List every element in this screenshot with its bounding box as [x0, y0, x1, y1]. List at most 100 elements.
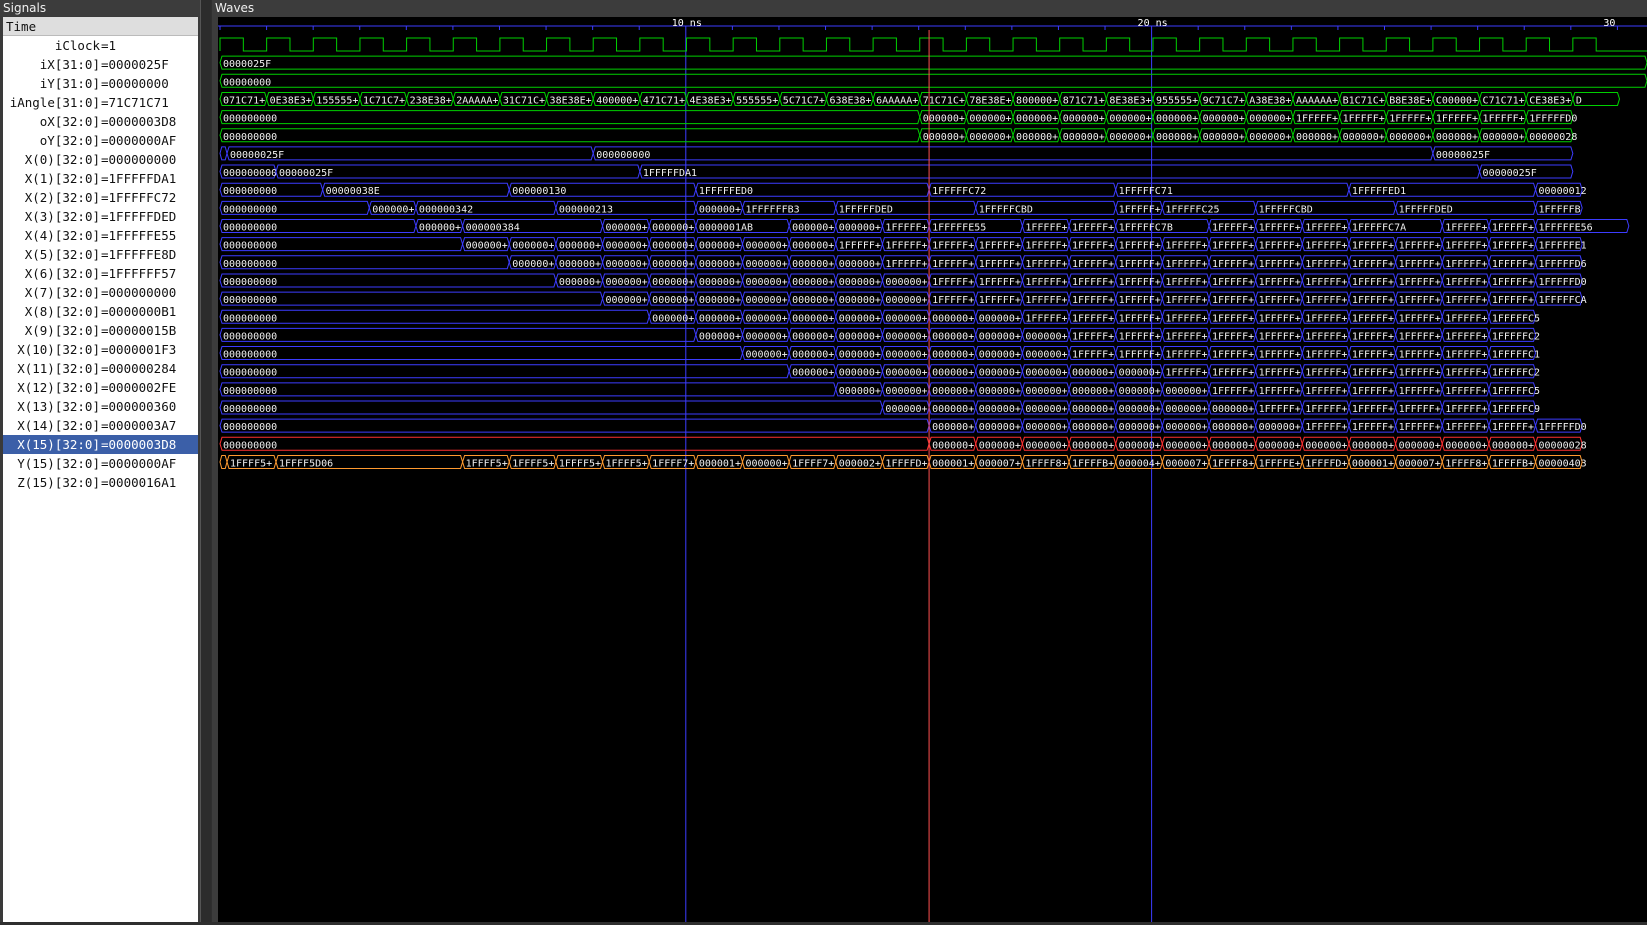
- signal-row[interactable]: oY[32:0] =0000000AF: [3, 131, 198, 150]
- bus-value-label: 000000+: [979, 331, 1021, 342]
- bus-value-label: 000000+: [1072, 368, 1114, 379]
- bus-value-label: 1FFFFF+: [1025, 277, 1067, 288]
- signals-panel: Signals Time iClock =1 iX[31:0] =0000025F iY…: [0, 0, 201, 922]
- bus-value-label: 1FFFF8+: [1445, 458, 1487, 469]
- bus-value-label: 1FFFFFED1: [1352, 186, 1406, 197]
- bus-value-label: 000000+: [839, 313, 881, 324]
- bus-value-label: 0000001AB: [699, 223, 753, 234]
- bus-value-label: 000000+: [652, 223, 694, 234]
- bus-value-label: 1FFFFF+: [1072, 277, 1114, 288]
- bus-value-label: 000000+: [699, 295, 741, 306]
- signal-row[interactable]: X(6)[32:0] =1FFFFFF57: [3, 264, 198, 283]
- bus-value-label: 000000+: [792, 368, 834, 379]
- bus-value-label: 000000+: [979, 386, 1021, 397]
- bus-value-label: 000000+: [792, 313, 834, 324]
- bus-value-label: 1FFFFF+: [1305, 313, 1347, 324]
- bus-value-label: 000000+: [699, 277, 741, 288]
- bus-value-label: 1FFFFF+: [1165, 368, 1207, 379]
- bus-value-label: 1FFFF7+: [792, 458, 834, 469]
- bus-value-label: 1FFFFFCBD: [1259, 204, 1313, 215]
- bus-value-label: 000000+: [932, 350, 974, 361]
- bus-value-label: B1C71C+: [1343, 95, 1385, 106]
- signal-row[interactable]: X(5)[32:0] =1FFFFFE8D: [3, 245, 198, 264]
- bus-value-label: 000002+: [839, 458, 881, 469]
- bus-value-label: 000001+: [699, 458, 741, 469]
- signal-list[interactable]: Time iClock =1 iX[31:0] =0000025F iY[31:0] =0…: [3, 17, 198, 922]
- bus-value-label: 000000+: [1305, 440, 1347, 451]
- bus-value-label: 000000+: [1259, 422, 1301, 433]
- signal-row[interactable]: X(11)[32:0] =000000284: [3, 359, 198, 378]
- signal-row[interactable]: X(15)[32:0] =0000003D8: [3, 435, 198, 454]
- bus-value-label: 000000+: [1072, 440, 1114, 451]
- bus-value-label: 1FFFFF+: [1492, 295, 1534, 306]
- signal-row[interactable]: iY[31:0] =00000000: [3, 74, 198, 93]
- signal-row[interactable]: oX[32:0] =0000003D8: [3, 112, 198, 131]
- bus-value-label: 000000+: [745, 350, 787, 361]
- signal-row[interactable]: iX[31:0] =0000025F: [3, 55, 198, 74]
- signal-row[interactable]: X(9)[32:0] =00000015B: [3, 321, 198, 340]
- bus-value-label: 000000+: [979, 404, 1021, 415]
- bus-value-label: 000000+: [1249, 132, 1291, 143]
- time-column-header[interactable]: Time: [3, 17, 198, 36]
- bus-value-label: 00000025F: [1436, 150, 1490, 161]
- bus-value-label: 000000+: [1025, 368, 1067, 379]
- bus-value-label: 1FFFFF+: [1165, 350, 1207, 361]
- signal-row[interactable]: X(3)[32:0] =1FFFFFDED: [3, 207, 198, 226]
- panel-splitter[interactable]: [201, 0, 211, 922]
- signal-row[interactable]: X(14)[32:0] =0000003A7: [3, 416, 198, 435]
- bus-value-label: 000000+: [885, 331, 927, 342]
- bus-value-label: 1FFFFF+: [1352, 422, 1394, 433]
- bus-value-label: 000000130: [512, 186, 566, 197]
- bus-value-label: 000000+: [979, 350, 1021, 361]
- signal-row[interactable]: X(4)[32:0] =1FFFFFE55: [3, 226, 198, 245]
- bus-value-label: 000000+: [1165, 404, 1207, 415]
- bus-value-label: 071C71+: [223, 95, 265, 106]
- bus-value-label: 000000000: [223, 313, 277, 324]
- signal-row[interactable]: X(7)[32:0] =000000000: [3, 283, 198, 302]
- waveform-canvas[interactable]: 10 ns 20 ns 30 0000025F 00000000 071C71+ 0E38E3+…: [218, 17, 1647, 922]
- signal-row[interactable]: iAngle[31:0] =71C71C71: [3, 93, 198, 112]
- signal-row[interactable]: X(13)[32:0] =000000360: [3, 397, 198, 416]
- waveform-svg[interactable]: 10 ns 20 ns 30 0000025F 00000000 071C71+ 0E38E3+…: [218, 17, 1647, 922]
- signal-row[interactable]: X(0)[32:0] =000000000: [3, 150, 198, 169]
- signal-name: oY[32:0]: [39, 133, 100, 148]
- bus-value-label: 1FFFFF+: [1072, 350, 1114, 361]
- bus-value-label: 1FFFFF+: [1399, 313, 1441, 324]
- bus-value-label: 1FFFFD+: [885, 458, 927, 469]
- bus-value-label: 000000+: [652, 313, 694, 324]
- bus-value-label: 1FFFFF+: [1165, 313, 1207, 324]
- bus-value-label: 000000+: [1249, 114, 1291, 125]
- signal-row[interactable]: X(8)[32:0] =0000000B1: [3, 302, 198, 321]
- bus-value-label: 1FFFFFFB3: [745, 204, 799, 215]
- bus-value-label: 000000+: [606, 259, 648, 270]
- bus-value-label: 000000000: [223, 168, 277, 179]
- bus-value-label: 1FFFFF+: [1305, 259, 1347, 270]
- signal-row[interactable]: Z(15)[32:0] =0000016A1: [3, 473, 198, 492]
- signal-row[interactable]: Y(15)[32:0] =0000000AF: [3, 454, 198, 473]
- signal-row[interactable]: X(1)[32:0] =1FFFFFDA1: [3, 169, 198, 188]
- bus-value-label: 1FFFFFC25: [1165, 204, 1219, 215]
- bus-value-label: 1FFFFF+: [1305, 404, 1347, 415]
- bus-segment: [592, 146, 1434, 161]
- bus-value-label: 1FFFFF+: [839, 241, 881, 252]
- bus-value-label: 000000+: [1025, 422, 1067, 433]
- bus-value-label: 1FFFFF+: [1305, 386, 1347, 397]
- bus-value-label: 1FFFFF+: [1492, 277, 1534, 288]
- bus-value-label: 1FFFFF+: [1305, 223, 1347, 234]
- bus-value-label: 000000+: [979, 368, 1021, 379]
- signal-row[interactable]: X(2)[32:0] =1FFFFFC72: [3, 188, 198, 207]
- bus-value-label: 000000+: [1156, 114, 1198, 125]
- bus-value-label: 1FFFFFD0: [1539, 422, 1587, 433]
- signal-name: X(1)[32:0]: [24, 171, 100, 186]
- bus-value-label: 471C71+: [643, 95, 685, 106]
- signal-name: iY[31:0]: [39, 76, 100, 91]
- signal-row[interactable]: iClock =1: [3, 36, 198, 55]
- bus-value-label: 000000000: [223, 277, 277, 288]
- signal-name: X(5)[32:0]: [24, 247, 100, 262]
- bus-value-label: 1FFFFF+: [1025, 313, 1067, 324]
- signal-row[interactable]: X(12)[32:0] =0000002FE: [3, 378, 198, 397]
- bus-value-label: 000000000: [223, 259, 277, 270]
- signal-row[interactable]: X(10)[32:0] =0000001F3: [3, 340, 198, 359]
- bus-segment: [219, 400, 883, 415]
- bus-value-label: 000000+: [1165, 440, 1207, 451]
